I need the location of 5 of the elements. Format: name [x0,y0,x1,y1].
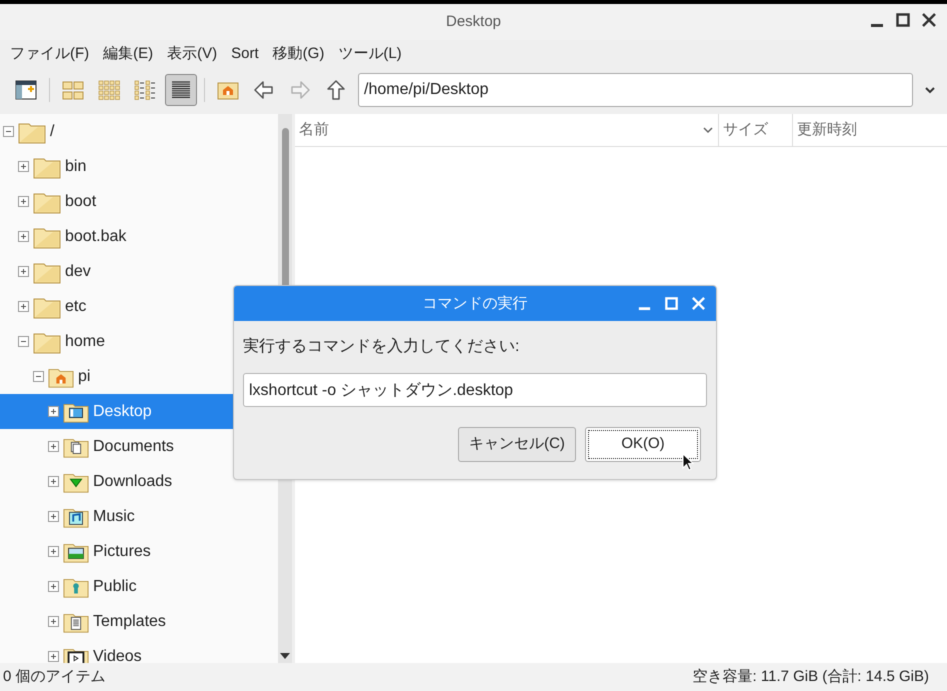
status-text: 0 個のアイテム [3,666,106,687]
window-title: Desktop [446,13,502,30]
dialog-title: コマンドの実行 [422,294,528,312]
dialog-prompt: 実行するコマンドを入力してください: [243,338,520,355]
free-space-text: 空き容量: 11.7 GiB (合計: 14.5 GiB) [692,666,929,687]
